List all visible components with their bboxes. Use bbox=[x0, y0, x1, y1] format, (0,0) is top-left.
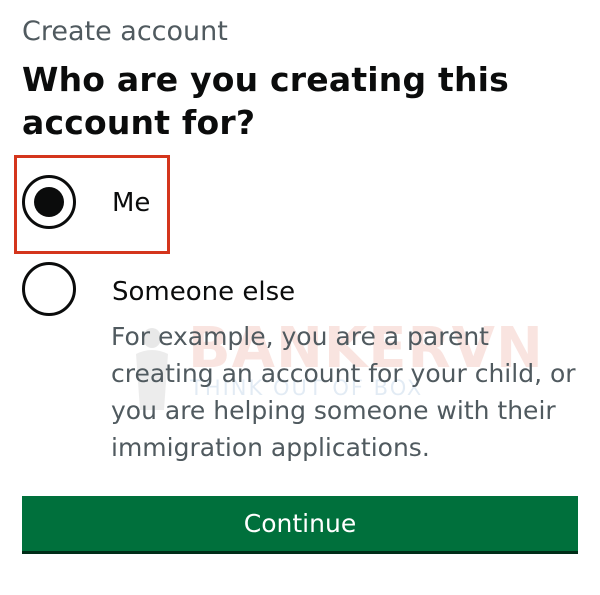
radio-selected-dot bbox=[34, 187, 64, 217]
radio-option-me[interactable]: Me bbox=[22, 175, 150, 229]
someone-else-hint: For example, you are a parent creating a… bbox=[111, 322, 576, 462]
continue-button[interactable]: Continue bbox=[22, 496, 578, 551]
radio-label-someone-else[interactable]: Someone else bbox=[112, 262, 295, 308]
radio-button-me[interactable] bbox=[22, 175, 76, 229]
radio-option-someone-else[interactable]: Someone else bbox=[22, 262, 295, 316]
page-caption: Create account bbox=[22, 16, 228, 47]
page-heading: Who are you creating this account for? bbox=[22, 60, 510, 142]
radio-button-someone-else[interactable] bbox=[22, 262, 76, 316]
radio-label-me[interactable]: Me bbox=[112, 175, 150, 219]
